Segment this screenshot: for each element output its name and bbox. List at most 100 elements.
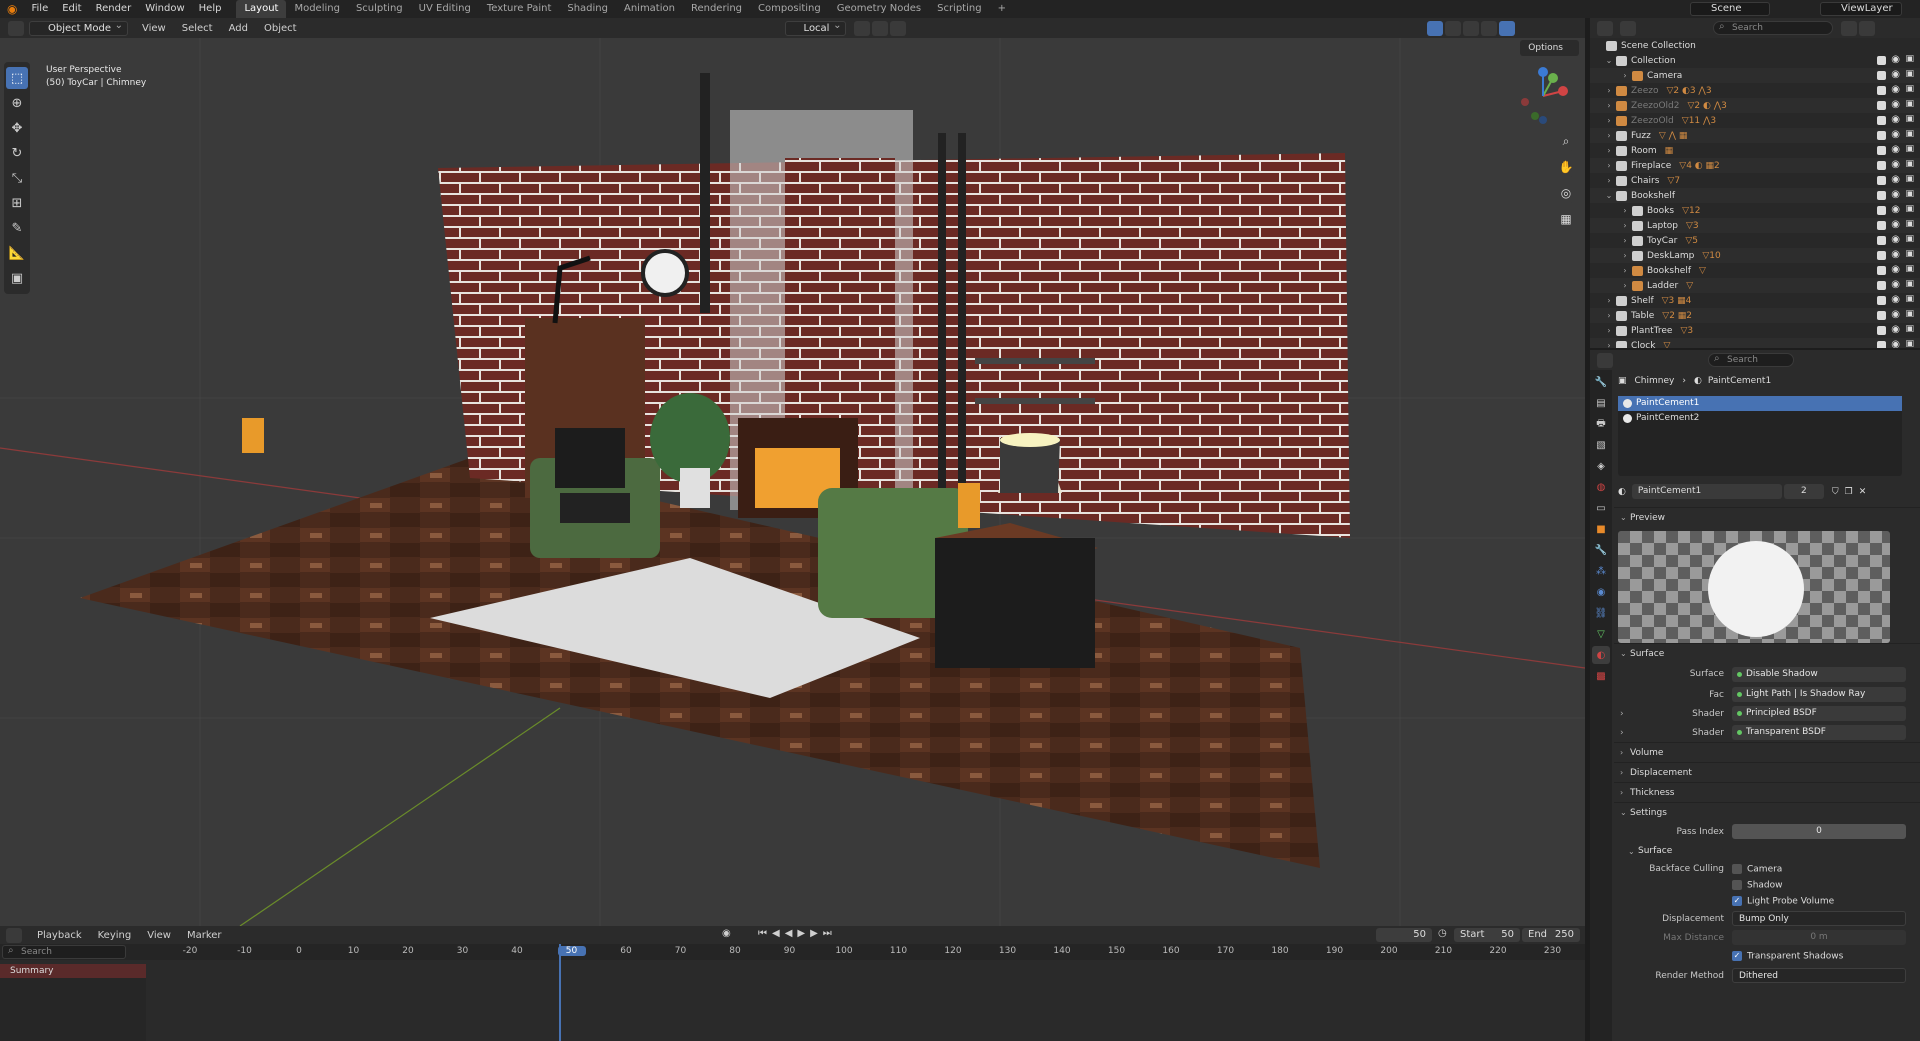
thickness-panel-header[interactable]: › Thickness bbox=[1614, 782, 1920, 802]
render-camera-icon[interactable]: ▣ bbox=[1905, 279, 1914, 289]
view-layer-tab-icon[interactable]: ▧ bbox=[1592, 436, 1610, 454]
eye-icon[interactable]: ◉ bbox=[1891, 159, 1900, 170]
timeline-menu-marker[interactable]: Marker bbox=[179, 930, 230, 941]
expand-toggle-icon[interactable]: › bbox=[1604, 161, 1614, 170]
annotate-tool[interactable]: ✎ bbox=[6, 217, 28, 239]
outliner-row[interactable]: › Table ▽2 ▦2 ◉ ▣ bbox=[1590, 308, 1920, 323]
expand-toggle-icon[interactable]: › bbox=[1620, 728, 1624, 738]
filter-icon[interactable] bbox=[1841, 20, 1857, 36]
exclude-checkbox[interactable] bbox=[1877, 56, 1886, 65]
transform-tool[interactable]: ⊞ bbox=[6, 192, 28, 214]
render-camera-icon[interactable]: ▣ bbox=[1905, 339, 1914, 348]
eye-icon[interactable]: ◉ bbox=[1891, 99, 1900, 110]
pivot-dropdown[interactable]: Local bbox=[784, 19, 847, 36]
outliner-row[interactable]: › Clock ▽ ◉ ▣ bbox=[1590, 338, 1920, 348]
surface-panel-header[interactable]: ⌄ Surface bbox=[1614, 643, 1920, 663]
expand-toggle-icon[interactable]: › bbox=[1604, 296, 1614, 305]
end-frame-field[interactable]: End 250 bbox=[1522, 928, 1580, 942]
tab-geometry-nodes[interactable]: Geometry Nodes bbox=[829, 0, 929, 18]
outliner-row[interactable]: › Bookshelf ▽ ◉ ▣ bbox=[1590, 263, 1920, 278]
exclude-checkbox[interactable] bbox=[1877, 161, 1886, 170]
render-camera-icon[interactable]: ▣ bbox=[1905, 174, 1914, 184]
pan-hand-icon[interactable]: ✋ bbox=[1555, 156, 1577, 178]
physics-tab-icon[interactable]: ◉ bbox=[1592, 583, 1610, 601]
start-frame-field[interactable]: Start 50 bbox=[1454, 928, 1520, 942]
exclude-checkbox[interactable] bbox=[1877, 296, 1886, 305]
menu-help[interactable]: Help bbox=[192, 0, 229, 18]
eye-icon[interactable]: ◉ bbox=[1891, 294, 1900, 305]
render-camera-icon[interactable]: ▣ bbox=[1905, 309, 1914, 319]
outliner-row[interactable]: ⌄ Collection ◉ ▣ bbox=[1590, 53, 1920, 68]
eye-icon[interactable]: ◉ bbox=[1891, 189, 1900, 200]
exclude-checkbox[interactable] bbox=[1877, 206, 1886, 215]
move-tool[interactable]: ✥ bbox=[6, 117, 28, 139]
display-mode-icon[interactable] bbox=[1620, 20, 1636, 36]
expand-toggle-icon[interactable]: › bbox=[1620, 266, 1630, 275]
exclude-checkbox[interactable] bbox=[1877, 266, 1886, 275]
render-camera-icon[interactable]: ▣ bbox=[1905, 144, 1914, 154]
outliner-row[interactable]: › ToyCar ▽5 ◉ ▣ bbox=[1590, 233, 1920, 248]
playhead-line[interactable] bbox=[559, 944, 561, 1041]
eye-icon[interactable]: ◉ bbox=[1891, 204, 1900, 215]
render-method-dropdown[interactable]: Dithered bbox=[1732, 968, 1906, 983]
eye-icon[interactable]: ◉ bbox=[1891, 279, 1900, 290]
particles-tab-icon[interactable]: ⁂ bbox=[1592, 562, 1610, 580]
new-collection-icon[interactable] bbox=[1859, 20, 1875, 36]
world-tab-icon[interactable]: ◍ bbox=[1592, 478, 1610, 496]
outliner-row[interactable]: › Fireplace ▽4 ◐ ▦2 ◉ ▣ bbox=[1590, 158, 1920, 173]
render-camera-icon[interactable]: ▣ bbox=[1905, 69, 1914, 79]
render-camera-icon[interactable]: ▣ bbox=[1905, 129, 1914, 139]
eye-icon[interactable]: ◉ bbox=[1891, 129, 1900, 140]
xray-icon[interactable] bbox=[1445, 20, 1462, 36]
timeline-body[interactable]: Summary bbox=[0, 944, 1585, 1041]
surface-input-link[interactable]: Transparent BSDF bbox=[1732, 725, 1906, 740]
exclude-checkbox[interactable] bbox=[1877, 146, 1886, 155]
light-probe-volume-checkbox[interactable]: ✓ Light Probe Volume bbox=[1732, 895, 1834, 906]
outliner-row[interactable]: › Books ▽12 ◉ ▣ bbox=[1590, 203, 1920, 218]
eye-icon[interactable]: ◉ bbox=[1891, 114, 1900, 125]
viewport-menu-view[interactable]: View bbox=[134, 23, 174, 34]
timeline-search[interactable]: Search bbox=[2, 945, 126, 959]
render-camera-icon[interactable]: ▣ bbox=[1905, 114, 1914, 124]
render-tab-icon[interactable]: ▤ bbox=[1592, 394, 1610, 412]
surface-input-link[interactable]: Disable Shadow bbox=[1732, 666, 1906, 682]
exclude-checkbox[interactable] bbox=[1877, 131, 1886, 140]
expand-toggle-icon[interactable]: › bbox=[1604, 101, 1614, 110]
outliner-row[interactable]: › Chairs ▽7 ◉ ▣ bbox=[1590, 173, 1920, 188]
tab-compositing[interactable]: Compositing bbox=[750, 0, 829, 18]
collection-tab-icon[interactable]: ▭ bbox=[1592, 499, 1610, 517]
outliner-editor-icon[interactable] bbox=[1597, 20, 1613, 36]
render-camera-icon[interactable]: ▣ bbox=[1905, 264, 1914, 274]
blender-logo-icon[interactable]: ◉ bbox=[0, 0, 24, 18]
volume-panel-header[interactable]: › Volume bbox=[1614, 742, 1920, 762]
magnet-icon[interactable] bbox=[872, 20, 889, 36]
ortho-grid-icon[interactable]: ▦ bbox=[1555, 208, 1577, 230]
render-camera-icon[interactable]: ▣ bbox=[1905, 84, 1914, 94]
proportional-edit-icon[interactable] bbox=[890, 20, 907, 36]
outliner-row[interactable]: › PlantTree ▽3 ◉ ▣ bbox=[1590, 323, 1920, 338]
outliner-row[interactable]: › Fuzz ▽ ⋀ ▦ ◉ ▣ bbox=[1590, 128, 1920, 143]
tab-sculpting[interactable]: Sculpting bbox=[348, 0, 411, 18]
outliner-row[interactable]: › Camera ◉ ▣ bbox=[1590, 68, 1920, 83]
scene-collection-row[interactable]: Scene Collection bbox=[1590, 38, 1920, 53]
surface-input-link[interactable]: Light Path | Is Shadow Ray bbox=[1732, 687, 1906, 702]
scale-tool[interactable]: ⤡ bbox=[6, 167, 28, 189]
exclude-checkbox[interactable] bbox=[1877, 191, 1886, 200]
outliner-row[interactable]: › ZeezoOld ▽11 ⋀3 ◉ ▣ bbox=[1590, 113, 1920, 128]
current-frame-field[interactable]: 50 bbox=[1376, 928, 1432, 942]
render-camera-icon[interactable]: ▣ bbox=[1905, 324, 1914, 334]
scene-selector[interactable]: Scene bbox=[1690, 2, 1770, 16]
expand-toggle-icon[interactable]: › bbox=[1604, 146, 1614, 155]
material-slot[interactable]: PaintCement2 bbox=[1618, 411, 1902, 426]
3d-viewport[interactable]: Object Mode ViewSelectAddObject Local Op… bbox=[0, 18, 1585, 926]
backface-camera-checkbox[interactable]: Camera bbox=[1732, 863, 1782, 874]
transparent-shadows-checkbox[interactable]: ✓ Transparent Shadows bbox=[1732, 951, 1843, 962]
expand-toggle-icon[interactable]: › bbox=[1620, 709, 1624, 719]
exclude-checkbox[interactable] bbox=[1877, 281, 1886, 290]
exclude-checkbox[interactable] bbox=[1877, 326, 1886, 335]
timeline-menu-view[interactable]: View bbox=[139, 930, 179, 941]
timeline-menu-keying[interactable]: Keying bbox=[90, 930, 140, 941]
timeline-menu-playback[interactable]: Playback bbox=[29, 930, 90, 941]
exclude-checkbox[interactable] bbox=[1877, 71, 1886, 80]
render-camera-icon[interactable]: ▣ bbox=[1905, 189, 1914, 199]
